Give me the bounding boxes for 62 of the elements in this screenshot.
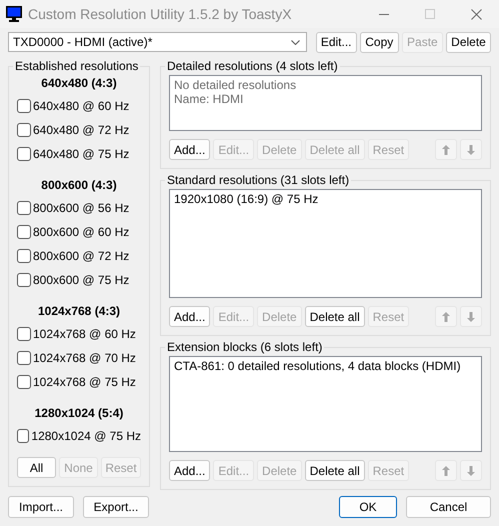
checkbox-label: 640x480 @ 75 Hz xyxy=(33,147,130,161)
resolution-list[interactable]: 1920x1080 (16:9) @ 75 Hz xyxy=(169,189,482,298)
checkbox[interactable] xyxy=(17,123,31,137)
list-button[interactable]: Delete all xyxy=(304,460,365,481)
list-button[interactable]: Add... xyxy=(169,139,210,160)
list-button[interactable]: Add... xyxy=(169,306,210,327)
checkbox[interactable] xyxy=(17,147,31,161)
list-entry: No detailed resolutions xyxy=(174,78,298,92)
list-button[interactable]: Delete all xyxy=(304,306,365,327)
group-title: Established resolutions xyxy=(14,59,140,73)
chevron-down-icon xyxy=(290,40,300,44)
checkbox-label: 640x480 @ 60 Hz xyxy=(33,99,130,113)
file-button[interactable]: Import... xyxy=(8,496,74,518)
checkbox[interactable] xyxy=(17,429,30,443)
down-arrow-icon xyxy=(467,466,475,476)
up-arrow-icon xyxy=(442,144,450,154)
maximize-icon xyxy=(425,9,435,19)
checkbox-label: 1280x1024 @ 75 Hz xyxy=(31,429,141,443)
dialog-button[interactable]: OK xyxy=(339,496,397,518)
up-arrow-icon xyxy=(442,466,450,476)
file-button[interactable]: Export... xyxy=(83,496,149,518)
dialog-button[interactable]: Cancel xyxy=(406,496,491,518)
checkbox[interactable] xyxy=(17,327,31,341)
window-title: Custom Resolution Utility 1.5.2 by ToastyX xyxy=(28,6,293,22)
resolution-heading: 1024x768 (4:3) xyxy=(36,303,122,320)
group-title: Detailed resolutions (4 slots left) xyxy=(166,59,339,73)
checkbox[interactable] xyxy=(17,375,31,389)
checkbox[interactable] xyxy=(17,351,31,365)
close-icon xyxy=(470,8,482,20)
resolution-heading: 1280x1024 (5:4) xyxy=(34,405,124,422)
resolution-list[interactable]: CTA-861: 0 detailed resolutions, 4 data blocks (HDMI) xyxy=(169,356,482,452)
checkbox-label: 800x600 @ 60 Hz xyxy=(33,225,130,239)
resolution-list[interactable]: No detailed resolutions Name: HDMI xyxy=(169,75,482,131)
resolution-heading: 800x600 (4:3) xyxy=(40,177,118,194)
group-title: Extension blocks (6 slots left) xyxy=(166,340,324,354)
list-button[interactable]: Add... xyxy=(169,460,210,481)
device-dropdown[interactable]: TXD0000 - HDMI (active)* xyxy=(8,32,307,52)
device-button[interactable]: Delete xyxy=(446,32,491,52)
checkbox-label: 800x600 @ 72 Hz xyxy=(33,249,130,263)
checkbox-label: 800x600 @ 75 Hz xyxy=(33,273,130,287)
down-arrow-icon xyxy=(467,312,475,322)
up-arrow-icon xyxy=(442,312,450,322)
checkbox-label: 640x480 @ 72 Hz xyxy=(33,123,130,137)
checkbox-label: 1024x768 @ 75 Hz xyxy=(33,375,136,389)
device-button[interactable]: Edit... xyxy=(316,32,357,52)
checkbox[interactable] xyxy=(17,273,31,287)
device-button[interactable]: Copy xyxy=(360,32,399,52)
checkbox[interactable] xyxy=(17,201,31,215)
resolution-heading: 640x480 (4:3) xyxy=(40,75,118,92)
checkbox[interactable] xyxy=(17,225,31,239)
checkbox-label: 800x600 @ 56 Hz xyxy=(33,201,130,215)
down-arrow-icon xyxy=(467,144,475,154)
checkbox[interactable] xyxy=(17,249,31,263)
list-entry: Name: HDMI xyxy=(174,92,244,106)
list-entry[interactable]: 1920x1080 (16:9) @ 75 Hz xyxy=(174,192,477,206)
group-title: Standard resolutions (31 slots left) xyxy=(166,173,350,187)
list-entry[interactable]: CTA-861: 0 detailed resolutions, 4 data blocks (HDMI) xyxy=(174,359,477,373)
checkbox[interactable] xyxy=(17,99,31,113)
checkbox-label: 1024x768 @ 70 Hz xyxy=(33,351,136,365)
monitor-icon xyxy=(6,6,22,22)
checkbox-label: 1024x768 @ 60 Hz xyxy=(33,327,136,341)
select-button[interactable]: All xyxy=(17,457,56,478)
